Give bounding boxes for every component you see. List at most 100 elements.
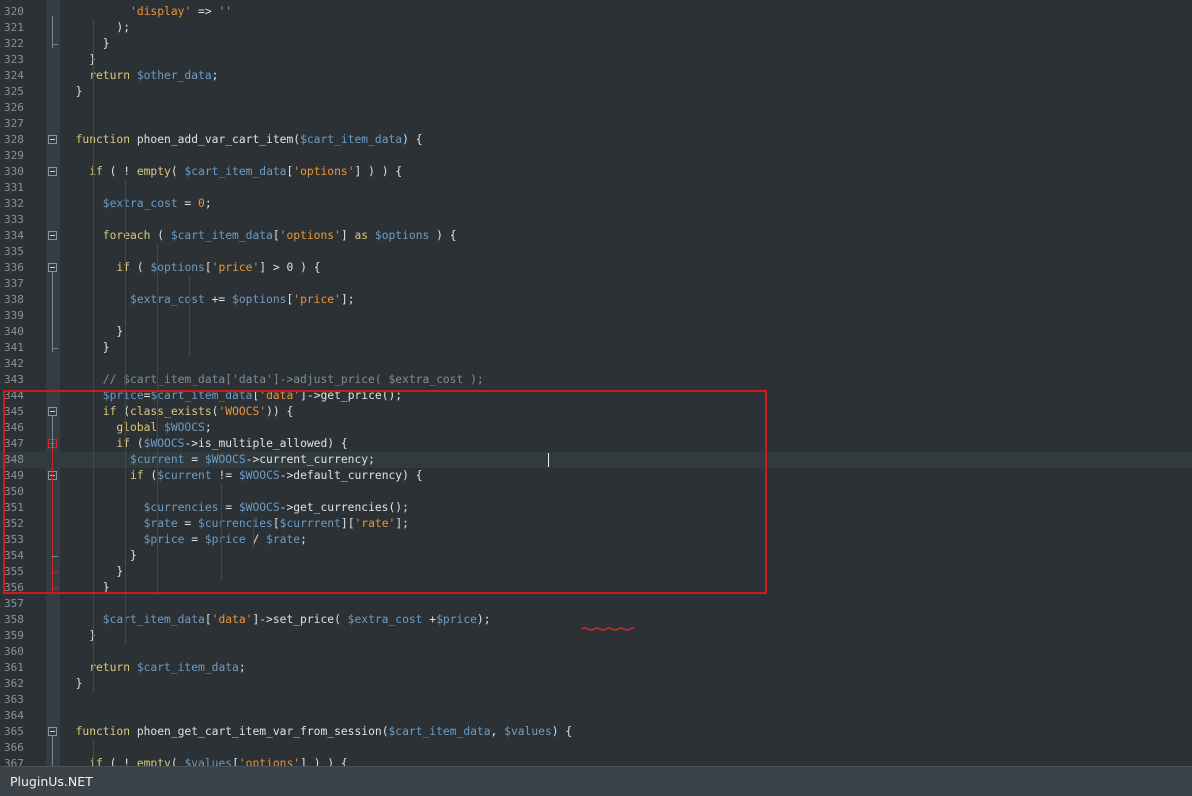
code-token: [ [272,517,280,530]
code-token: } [62,85,83,98]
code-line[interactable]: 363 [0,692,1192,708]
code-token: )) { [266,405,294,418]
code-token: , [490,725,505,738]
code-line[interactable]: 345 if (class_exists('WOOCS')) { [0,404,1192,420]
code-token: ; [300,533,307,546]
code-line[interactable]: 357 [0,596,1192,612]
code-line[interactable]: 343 // $cart_item_data['data']->adjust_p… [0,372,1192,388]
code-line[interactable]: 354 } [0,548,1192,564]
code-line[interactable]: 366 [0,740,1192,756]
code-token: ][ [340,517,355,530]
code-line[interactable]: 355 } [0,564,1192,580]
code-token: ; [238,661,246,674]
code-token: $WOOCS [164,421,205,434]
code-editor[interactable]: 320 'display' => '' 321 ); 322 } 323 } 324 r… [0,0,1192,766]
code-line[interactable]: 329 [0,148,1192,164]
fold-toggle[interactable] [48,727,57,736]
code-token: ( [157,229,171,242]
code-line[interactable]: 332 $extra_cost = 0; [0,196,1192,212]
code-token: ( ! [109,165,137,178]
code-line[interactable]: 342 [0,356,1192,372]
code-line[interactable]: 322 } [0,36,1192,52]
code-token: } [62,629,97,642]
fold-toggle[interactable] [48,135,57,144]
fold-toggle[interactable] [48,263,57,272]
code-token: [ [204,613,212,626]
code-text: $currencies = $WOOCS->get_currencies(); [62,500,409,516]
code-token: 0 [198,197,205,210]
code-token: 'price' [293,293,341,306]
code-line[interactable]: 352 $rate = $currencies[$currrent]['rate… [0,516,1192,532]
code-line[interactable]: 320 'display' => '' [0,4,1192,20]
line-number: 359 [4,629,24,642]
code-line[interactable]: 341 } [0,340,1192,356]
code-line[interactable]: 349 if ($current != $WOOCS->default_curr… [0,468,1192,484]
code-line[interactable]: 347 if ($WOOCS->is_multiple_allowed) { [0,436,1192,452]
code-token: $cart_item_data [150,389,253,402]
code-line[interactable]: 351 $currencies = $WOOCS->get_currencies… [0,500,1192,516]
code-line[interactable]: 344 $price=$cart_item_data['data']->get_… [0,388,1192,404]
code-line[interactable]: 362 } [0,676,1192,692]
fold-toggle[interactable] [48,167,57,176]
indent-guide [93,740,94,766]
code-line[interactable]: 364 [0,708,1192,724]
code-line[interactable]: 346 global $WOOCS; [0,420,1192,436]
code-line[interactable]: 336 if ( $options['price'] > 0 ) { [0,260,1192,276]
code-line[interactable]: 334 foreach ( $cart_item_data['options']… [0,228,1192,244]
code-line[interactable]: 323 } [0,52,1192,68]
line-number: 355 [4,565,24,578]
code-token: $cart_item_data [136,661,239,674]
fold-toggle[interactable] [48,231,57,240]
code-token: 'price' [211,261,260,274]
code-line[interactable]: 353 $price = $price / $rate; [0,532,1192,548]
code-line[interactable]: 358 $cart_item_data['data']->set_price( … [0,612,1192,628]
code-text: function phoen_get_cart_item_var_from_se… [62,724,573,740]
code-line[interactable]: 330 if ( ! empty( $cart_item_data['optio… [0,164,1192,180]
code-token: ]; [340,293,355,306]
code-line[interactable]: 324 return $other_data; [0,68,1192,84]
line-number: 322 [4,37,24,50]
code-line[interactable]: 328 function phoen_add_var_cart_item($ca… [0,132,1192,148]
code-line[interactable]: 339 [0,308,1192,324]
code-line[interactable]: 331 [0,180,1192,196]
code-line[interactable]: 327 [0,116,1192,132]
code-text: if ($WOOCS->is_multiple_allowed) { [62,436,347,452]
line-number: 326 [4,101,24,114]
line-number: 327 [4,117,24,130]
line-number: 366 [4,741,24,754]
spellcheck-squiggle [582,627,634,631]
code-line[interactable]: 333 [0,212,1192,228]
code-line[interactable]: 337 [0,276,1192,292]
code-token: ]; [395,517,409,530]
code-line[interactable]: 338 $extra_cost += $options['price']; [0,292,1192,308]
status-bar: PluginUs.NET [0,766,1192,796]
code-line[interactable]: 360 [0,644,1192,660]
code-line[interactable]: 321 ); [0,20,1192,36]
code-text: if ( ! empty( $values['options'] ) ) { [62,756,348,766]
line-number: 362 [4,677,24,690]
code-token: $WOOCS [204,453,246,466]
code-text: $price = $price / $rate; [62,532,307,548]
code-token: ->current_currency; [245,453,375,466]
code-line[interactable]: 335 [0,244,1192,260]
code-line[interactable]: 325 } [0,84,1192,100]
code-token: $WOOCS [143,437,185,450]
code-token: 'data' [259,389,301,402]
code-token: 'options' [279,229,341,242]
code-text: 'display' => '' [62,4,232,20]
fold-line [52,736,53,766]
code-line[interactable]: 340 } [0,324,1192,340]
code-line[interactable]: 350 [0,484,1192,500]
code-line[interactable]: 361 return $cart_item_data; [0,660,1192,676]
code-token: $current [157,469,212,482]
code-token: => [191,5,219,18]
code-token: ->get_currencies(); [279,501,409,514]
code-line[interactable]: 365 function phoen_get_cart_item_var_fro… [0,724,1192,740]
code-line[interactable]: 367 if ( ! empty( $values['options'] ) )… [0,756,1192,766]
code-text: foreach ( $cart_item_data['options'] as … [62,228,457,244]
code-text: $current = $WOOCS->current_currency; [62,452,375,468]
code-line[interactable]: 348 $current = $WOOCS->current_currency; [0,452,1192,468]
fold-toggle[interactable] [48,407,57,416]
code-line[interactable]: 326 [0,100,1192,116]
code-line[interactable]: 356 } [0,580,1192,596]
